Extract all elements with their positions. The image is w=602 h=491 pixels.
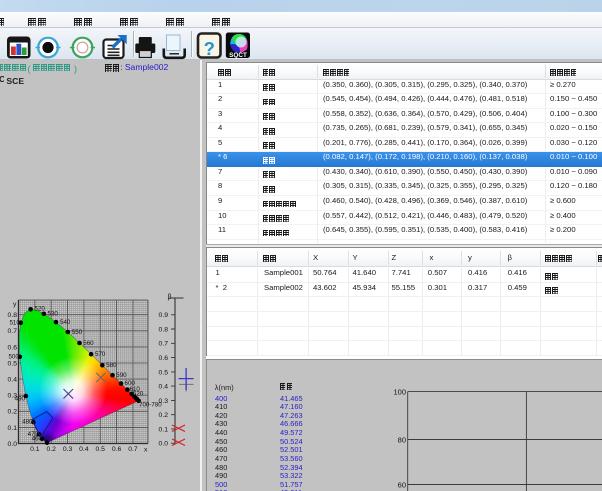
- svg-text:0.4: 0.4: [159, 384, 169, 391]
- svg-text:0.8: 0.8: [8, 312, 18, 319]
- svg-text:100: 100: [393, 388, 406, 397]
- svg-text:0.3: 0.3: [63, 446, 73, 453]
- svg-text:560: 560: [83, 340, 94, 347]
- svg-text:y: y: [13, 301, 17, 308]
- svg-text:520: 520: [35, 306, 46, 313]
- svg-text:0.5: 0.5: [8, 360, 18, 367]
- svg-text:0.4: 0.4: [8, 377, 18, 384]
- svg-text:510: 510: [9, 320, 20, 327]
- svg-text:0.0: 0.0: [8, 441, 18, 448]
- svg-text:0.0: 0.0: [159, 441, 169, 448]
- svg-text:480: 480: [22, 419, 33, 426]
- svg-text:470: 470: [28, 431, 39, 438]
- svg-text:570: 570: [95, 351, 106, 358]
- svg-text:540: 540: [60, 319, 71, 326]
- svg-text:620: 620: [133, 390, 144, 397]
- svg-text:0.9: 0.9: [159, 312, 169, 319]
- svg-text:0.5: 0.5: [159, 369, 169, 376]
- svg-text:0.1: 0.1: [8, 425, 18, 432]
- svg-text:0.6: 0.6: [159, 355, 169, 362]
- svg-text:0.3: 0.3: [159, 398, 169, 405]
- svg-text:530: 530: [48, 311, 59, 318]
- svg-text:?: ?: [204, 38, 215, 59]
- svg-text:0.2: 0.2: [8, 409, 18, 416]
- svg-text:0.8: 0.8: [159, 326, 169, 333]
- svg-text:60: 60: [398, 480, 406, 489]
- svg-text:x: x: [144, 447, 148, 454]
- svg-text:0.7: 0.7: [159, 341, 169, 348]
- svg-text:0.6: 0.6: [8, 344, 18, 351]
- svg-text:0.4: 0.4: [79, 446, 89, 453]
- svg-text:80: 80: [398, 435, 406, 444]
- svg-text:0.2: 0.2: [159, 412, 169, 419]
- svg-text:0.6: 0.6: [112, 446, 122, 453]
- svg-text:SQCT: SQCT: [229, 52, 247, 59]
- svg-text:490: 490: [15, 396, 26, 403]
- svg-text:0.5: 0.5: [96, 446, 106, 453]
- svg-text:580: 580: [106, 362, 117, 369]
- svg-text:550: 550: [72, 329, 83, 336]
- svg-text:β: β: [168, 294, 172, 301]
- svg-text:0.2: 0.2: [46, 446, 56, 453]
- svg-text:0.1: 0.1: [30, 446, 40, 453]
- svg-text:0.7: 0.7: [128, 446, 138, 453]
- svg-text:0.7: 0.7: [8, 328, 18, 335]
- svg-text:0.1: 0.1: [159, 426, 169, 433]
- svg-text:590: 590: [116, 372, 127, 379]
- svg-text:500: 500: [8, 354, 19, 361]
